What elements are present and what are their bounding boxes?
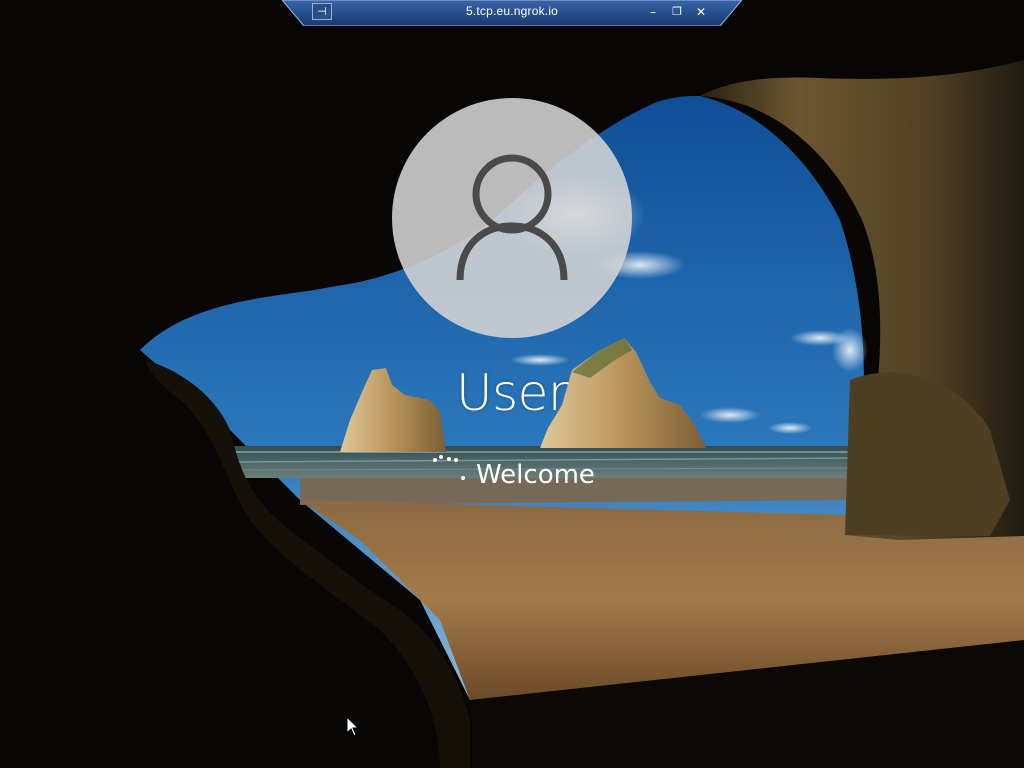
- minimize-icon[interactable]: –: [644, 3, 662, 21]
- close-icon[interactable]: ✕: [692, 3, 710, 21]
- restore-icon[interactable]: ❐: [668, 3, 686, 21]
- remote-connection-bar: ⊣ 5.tcp.eu.ngrok.io – ❐ ✕: [282, 0, 742, 26]
- user-silhouette-icon: [456, 154, 568, 281]
- username-label: User: [456, 364, 568, 422]
- loading-dots-icon: [428, 454, 472, 498]
- mouse-cursor-icon: [346, 716, 360, 737]
- user-avatar[interactable]: [392, 98, 632, 338]
- remote-desktop-screen: ⊣ 5.tcp.eu.ngrok.io – ❐ ✕ User Welcome: [0, 0, 1024, 768]
- welcome-text: Welcome: [476, 460, 595, 490]
